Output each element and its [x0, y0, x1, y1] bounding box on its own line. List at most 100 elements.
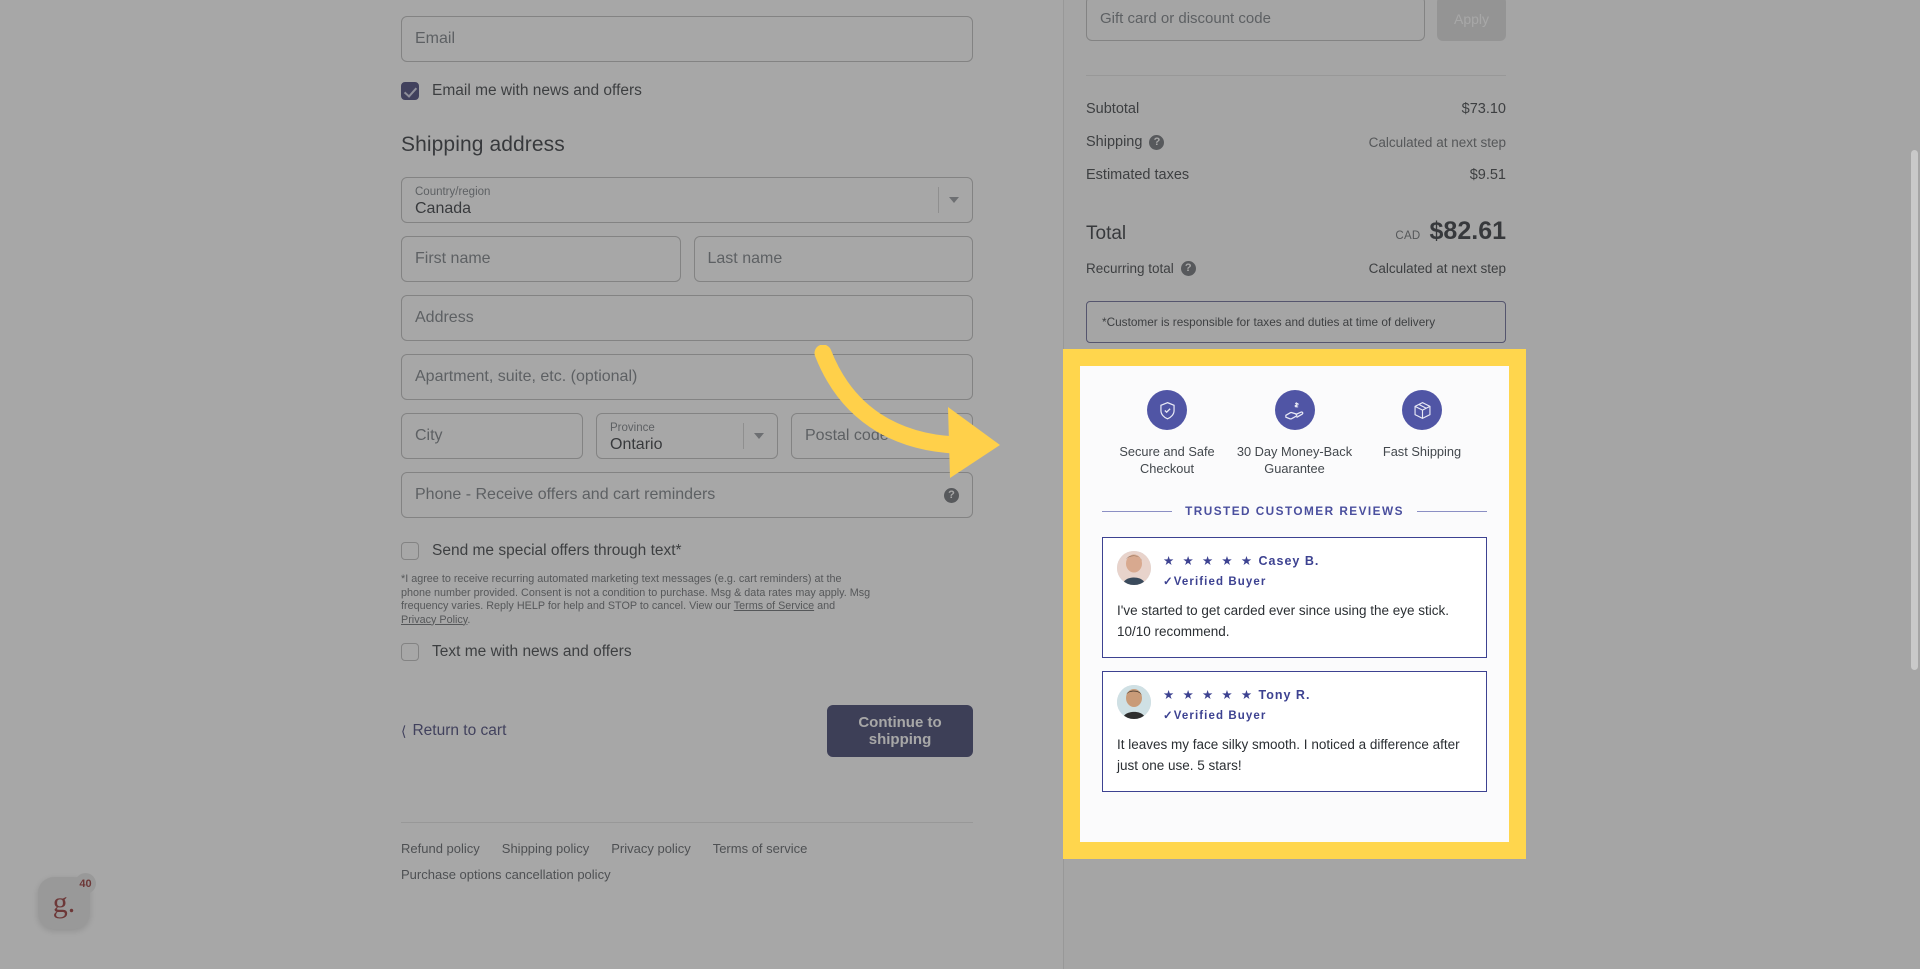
province-caret-divider	[743, 423, 744, 449]
chevron-down-icon[interactable]	[949, 197, 959, 203]
phone-field[interactable]: Phone - Receive offers and cart reminder…	[401, 472, 973, 518]
city-placeholder: City	[415, 427, 443, 444]
total-amount: $82.61	[1429, 217, 1506, 245]
customs-notice: *Customer is responsible for taxes and d…	[1086, 301, 1506, 343]
recurring-total-value: Calculated at next step	[1368, 261, 1506, 276]
recurring-total-label: Recurring total	[1086, 261, 1174, 276]
reviews-heading-text: TRUSTED CUSTOMER REVIEWS	[1185, 504, 1404, 518]
discount-row: Gift card or discount code Apply	[1086, 0, 1506, 41]
sms-legal-text: *I agree to receive recurring automated …	[401, 573, 871, 627]
money-back-hand-icon	[1274, 390, 1315, 430]
summary-line-subtotal: Subtotal $73.10	[1086, 101, 1506, 117]
review-header: ★ ★ ★ ★ ★ Tony R. ✓Verified Buyer	[1117, 685, 1472, 722]
trust-badge-secure-checkout: Secure and Safe Checkout	[1106, 390, 1228, 477]
legal-and: and	[814, 600, 836, 612]
country-label: Country/region	[415, 186, 491, 198]
address-field[interactable]: Address	[401, 295, 973, 341]
avatar	[1117, 685, 1151, 719]
footer-link-refund[interactable]: Refund policy	[401, 841, 480, 856]
star-rating-icon: ★ ★ ★ ★ ★	[1163, 554, 1255, 568]
first-name-placeholder: First name	[415, 250, 491, 267]
help-circle-icon[interactable]: ?	[944, 487, 959, 503]
trust-badge-label: Secure and Safe Checkout	[1119, 444, 1215, 476]
summary-recurring-row: Recurring total ? Calculated at next ste…	[1086, 261, 1506, 276]
discount-placeholder: Gift card or discount code	[1100, 10, 1271, 27]
privacy-policy-link[interactable]: Privacy Policy	[401, 614, 467, 626]
trust-badge-label: Fast Shipping	[1382, 444, 1462, 459]
shipping-address-title: Shipping address	[401, 133, 565, 156]
apply-discount-button[interactable]: Apply	[1437, 0, 1506, 41]
form-actions: ⟨ Return to cart Continue to shipping	[401, 705, 973, 757]
sms-optin-checkbox[interactable]	[401, 542, 419, 560]
trust-badge-money-back: 30 Day Money-Back Guarantee	[1234, 390, 1356, 477]
country-caret-divider	[938, 187, 939, 213]
verified-buyer-badge: ✓Verified Buyer	[1163, 710, 1267, 722]
footer-link-purchase-cancellation[interactable]: Purchase options cancellation policy	[401, 867, 611, 882]
reviews-heading: TRUSTED CUSTOMER REVIEWS	[1102, 504, 1488, 518]
footer-divider	[401, 822, 973, 823]
footer-link-privacy[interactable]: Privacy policy	[611, 841, 690, 856]
page-scrollbar[interactable]	[1911, 150, 1918, 670]
sms-optin-label: Send me special offers through text*	[432, 542, 682, 559]
heading-rule-right	[1416, 510, 1488, 512]
return-to-cart-label: Return to cart	[412, 722, 507, 739]
review-rating-row: ★ ★ ★ ★ ★ Casey B.	[1163, 552, 1319, 570]
review-card: ★ ★ ★ ★ ★ Casey B. ✓Verified Buyer I've s…	[1102, 537, 1487, 658]
trust-badge-fast-shipping: Fast Shipping	[1361, 390, 1483, 477]
text-optin-checkbox[interactable]	[401, 643, 419, 661]
checkout-form: Email Email me with news and offers Ship…	[401, 0, 973, 884]
summary-total-row: Total CAD $82.61	[1086, 217, 1506, 246]
chat-widget-button[interactable]: g. 40	[38, 873, 96, 929]
discount-code-input[interactable]: Gift card or discount code	[1086, 0, 1425, 41]
review-body: It leaves my face silky smooth. I notice…	[1117, 737, 1460, 773]
chevron-down-icon[interactable]	[754, 433, 764, 439]
review-meta: ★ ★ ★ ★ ★ Casey B. ✓Verified Buyer	[1163, 551, 1319, 588]
chat-unread-badge: 40	[75, 873, 96, 894]
review-rating-row: ★ ★ ★ ★ ★ Tony R.	[1163, 686, 1310, 704]
last-name-field[interactable]: Last name	[693, 236, 973, 282]
phone-placeholder: Phone - Receive offers and cart reminder…	[415, 486, 716, 503]
checkout-form-column: Email Email me with news and offers Ship…	[0, 0, 1063, 969]
footer-link-terms[interactable]: Terms of service	[713, 841, 808, 856]
help-circle-icon[interactable]: ?	[1180, 261, 1196, 276]
terms-of-service-link[interactable]: Terms of Service	[734, 600, 814, 612]
apartment-field[interactable]: Apartment, suite, etc. (optional)	[401, 354, 973, 400]
total-currency: CAD	[1395, 230, 1421, 242]
review-meta: ★ ★ ★ ★ ★ Tony R. ✓Verified Buyer	[1163, 685, 1310, 722]
taxes-value: $9.51	[1469, 167, 1506, 183]
reviewer-name: Casey B.	[1258, 554, 1320, 568]
email-field[interactable]: Email	[401, 16, 973, 62]
review-header: ★ ★ ★ ★ ★ Casey B. ✓Verified Buyer	[1117, 551, 1472, 588]
footer-link-shipping[interactable]: Shipping policy	[502, 841, 589, 856]
highlighted-trust-section: Secure and Safe Checkout 30 Day Money-Ba…	[1063, 349, 1526, 859]
total-label: Total	[1086, 223, 1127, 244]
postal-code-placeholder: Postal code	[805, 427, 889, 444]
checkout-page: Email Email me with news and offers Ship…	[0, 0, 1920, 969]
province-select[interactable]: Province Ontario	[596, 413, 778, 459]
help-circle-icon[interactable]: ?	[1149, 134, 1165, 150]
trust-badge-label: 30 Day Money-Back Guarantee	[1236, 444, 1353, 476]
trust-badges: Secure and Safe Checkout 30 Day Money-Ba…	[1102, 390, 1487, 477]
text-optin-label: Text me with news and offers	[432, 643, 632, 660]
subtotal-value: $73.10	[1461, 101, 1506, 117]
order-summary: Gift card or discount code Apply Subtota…	[1086, 0, 1506, 343]
return-to-cart-link[interactable]: ⟨ Return to cart	[401, 722, 506, 740]
shipping-value: Calculated at next step	[1368, 134, 1506, 150]
email-optin-checkbox[interactable]	[401, 82, 419, 100]
text-optin-row[interactable]: Text me with news and offers	[401, 643, 973, 661]
legal-period: .	[467, 613, 471, 626]
last-name-placeholder: Last name	[707, 250, 783, 267]
verified-buyer-badge: ✓Verified Buyer	[1163, 576, 1267, 588]
continue-to-shipping-button[interactable]: Continue to shipping	[827, 705, 973, 757]
email-optin-row[interactable]: Email me with news and offers	[401, 82, 973, 100]
city-field[interactable]: City	[401, 413, 583, 459]
avatar	[1117, 551, 1151, 585]
address-placeholder: Address	[415, 309, 474, 326]
postal-code-field[interactable]: Postal code	[791, 413, 973, 459]
first-name-field[interactable]: First name	[401, 236, 681, 282]
sms-optin-row[interactable]: Send me special offers through text*	[401, 542, 973, 560]
province-label: Province	[610, 422, 655, 434]
summary-line-shipping: Shipping ? Calculated at next step	[1086, 134, 1506, 150]
country-select[interactable]: Country/region Canada	[401, 177, 973, 223]
summary-line-taxes: Estimated taxes $9.51	[1086, 167, 1506, 183]
